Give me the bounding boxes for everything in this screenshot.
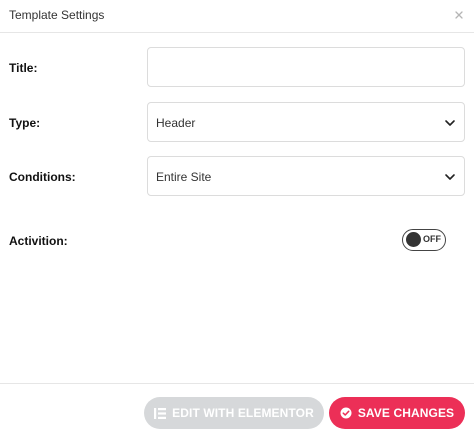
title-label: Title: xyxy=(9,61,38,75)
conditions-label: Conditions: xyxy=(9,170,76,184)
dialog-title: Template Settings xyxy=(9,8,105,22)
conditions-select-value: Entire Site xyxy=(156,170,212,184)
type-select[interactable]: Header xyxy=(147,102,465,142)
toggle-state-text: OFF xyxy=(423,234,441,244)
edit-with-elementor-button[interactable]: EDIT WITH ELEMENTOR xyxy=(144,397,324,429)
conditions-select[interactable]: Entire Site xyxy=(147,156,465,196)
dialog-header: Template Settings xyxy=(0,0,474,33)
edit-button-label: EDIT WITH ELEMENTOR xyxy=(172,406,314,420)
dialog-footer: EDIT WITH ELEMENTOR SAVE CHANGES xyxy=(0,383,474,438)
check-circle-icon xyxy=(340,407,352,419)
save-button-label: SAVE CHANGES xyxy=(357,406,455,420)
save-changes-button[interactable]: SAVE CHANGES xyxy=(329,397,465,429)
toggle-knob xyxy=(406,232,421,247)
template-settings-dialog: Template Settings Title: Type: Header Co… xyxy=(0,0,474,438)
activation-toggle[interactable]: OFF xyxy=(402,229,446,251)
activation-label: Activition: xyxy=(9,234,68,248)
title-input[interactable] xyxy=(148,48,464,86)
chevron-down-icon xyxy=(444,117,456,129)
elementor-icon xyxy=(154,407,167,419)
close-icon[interactable] xyxy=(453,9,465,21)
type-select-value: Header xyxy=(156,116,196,130)
title-field-wrapper xyxy=(147,47,465,87)
type-label: Type: xyxy=(9,116,41,130)
chevron-down-icon xyxy=(444,171,456,183)
